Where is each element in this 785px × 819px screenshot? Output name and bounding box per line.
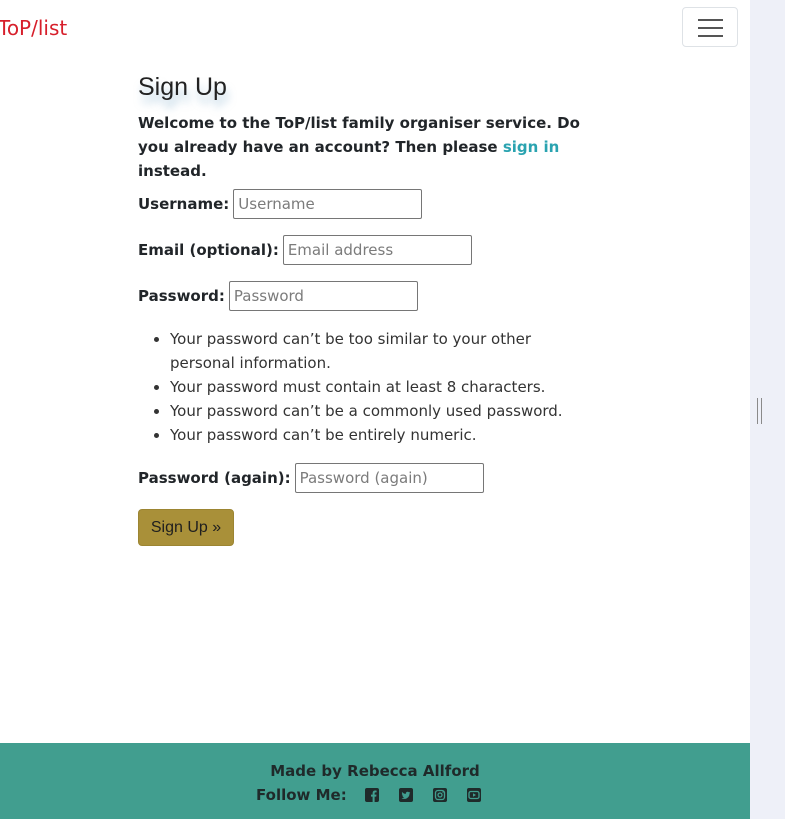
page: ToP/list Sign Up Welcome to the ToP/list… [0, 0, 750, 819]
footer: Made by Rebecca Allford Follow Me: [0, 743, 750, 819]
username-row: Username: [138, 189, 423, 219]
menu-icon-bar [698, 27, 723, 29]
menu-icon-bar [698, 35, 723, 37]
follow-label: Follow Me: [256, 786, 347, 804]
instagram-icon[interactable] [432, 788, 447, 802]
signup-content: Sign Up Welcome to the ToP/list family o… [138, 72, 598, 546]
email-input[interactable] [282, 235, 472, 265]
email-label: Email (optional): [138, 241, 279, 259]
password-again-input[interactable] [294, 463, 484, 493]
username-input[interactable] [233, 189, 423, 219]
footer-credit: Made by Rebecca Allford [270, 762, 480, 780]
welcome-text: Welcome to the ToP/list family organiser… [138, 111, 598, 183]
password-again-row: Password (again): [138, 463, 484, 493]
welcome-text-suffix: instead. [138, 162, 207, 180]
page-title: Sign Up [138, 73, 227, 101]
password-input[interactable] [228, 281, 418, 311]
browser-side-panel [750, 0, 785, 819]
password-again-label: Password (again): [138, 469, 291, 487]
username-label: Username: [138, 195, 230, 213]
password-help-item: Your password must contain at least 8 ch… [170, 375, 600, 399]
password-help-item: Your password can’t be a commonly used p… [170, 399, 600, 423]
resize-handle-icon[interactable] [757, 398, 762, 424]
password-row: Password: [138, 281, 418, 311]
password-help-item: Your password can’t be entirely numeric. [170, 423, 600, 447]
twitter-icon[interactable] [398, 788, 413, 802]
password-help-item: Your password can’t be too similar to yo… [170, 327, 600, 375]
facebook-icon[interactable] [364, 788, 379, 802]
password-help-list: Your password can’t be too similar to yo… [138, 327, 600, 447]
sign-in-link[interactable]: sign in [503, 138, 560, 156]
menu-icon [698, 19, 723, 21]
brand-logo[interactable]: ToP/list [0, 16, 67, 40]
email-row: Email (optional): [138, 235, 472, 265]
sign-up-button[interactable]: Sign Up » [138, 509, 234, 546]
youtube-icon[interactable] [466, 788, 481, 802]
footer-follow: Follow Me: [256, 786, 501, 804]
navbar-toggle-button[interactable] [682, 7, 738, 47]
social-links [364, 788, 501, 802]
password-label: Password: [138, 287, 225, 305]
